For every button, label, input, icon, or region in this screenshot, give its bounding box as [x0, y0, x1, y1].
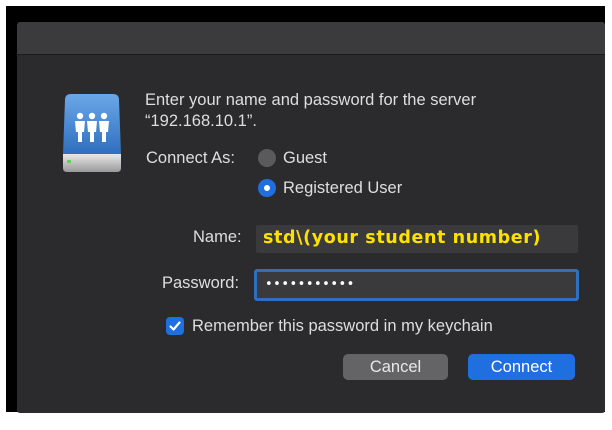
registered-user-radio[interactable]: [258, 179, 276, 197]
dialog-titlebar: [17, 22, 605, 55]
registered-user-label[interactable]: Registered User: [283, 179, 402, 198]
message-line-1: Enter your name and password for the ser…: [145, 91, 477, 109]
connect-as-label: Connect As:: [146, 149, 235, 167]
connect-button[interactable]: Connect: [468, 354, 575, 380]
server-users-icon: [61, 94, 123, 186]
password-value: •••••••••••: [265, 277, 355, 292]
screenshot-frame: Enter your name and password for the ser…: [6, 6, 605, 413]
message-line-2: “192.168.10.1”.: [145, 112, 257, 130]
checkmark-icon: [169, 321, 181, 331]
name-value: std\(your student number): [263, 228, 542, 248]
name-label: Name:: [193, 228, 242, 246]
password-field[interactable]: •••••••••••: [254, 269, 579, 301]
guest-radio[interactable]: [258, 149, 276, 167]
cancel-button[interactable]: Cancel: [343, 354, 448, 380]
login-dialog: Enter your name and password for the ser…: [17, 22, 605, 413]
guest-label[interactable]: Guest: [283, 149, 327, 168]
remember-checkbox[interactable]: [166, 317, 184, 335]
name-field[interactable]: std\(your student number): [256, 225, 578, 253]
remember-label[interactable]: Remember this password in my keychain: [192, 317, 493, 336]
dialog-message: Enter your name and password for the ser…: [145, 90, 476, 132]
password-label: Password:: [162, 274, 240, 292]
